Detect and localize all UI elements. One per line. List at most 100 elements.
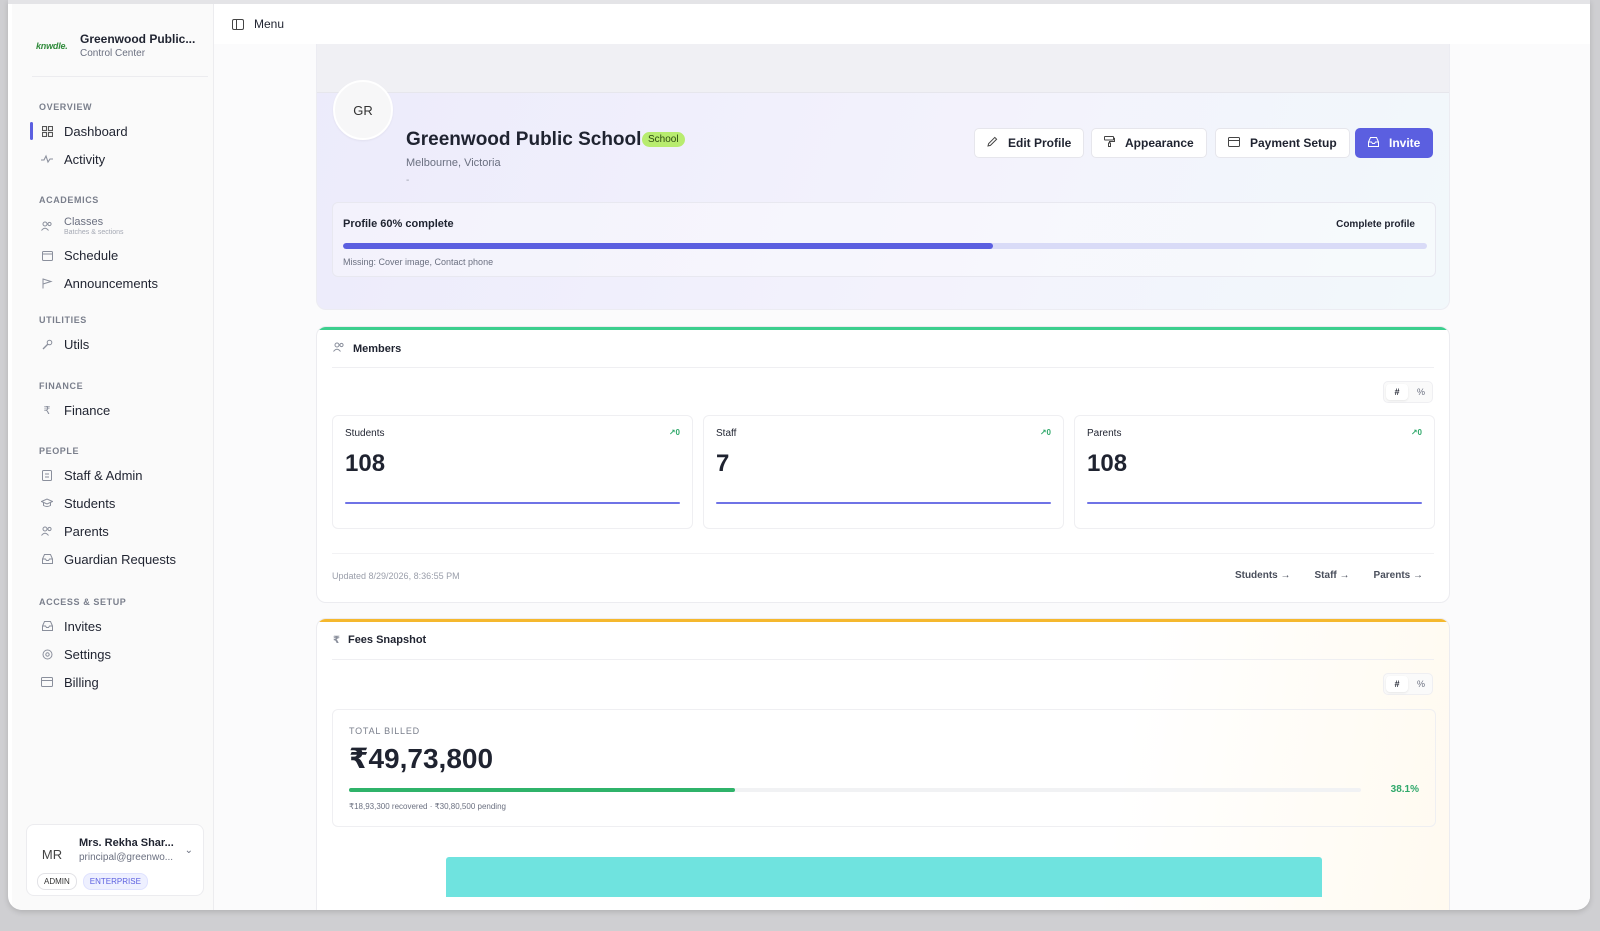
topbar: Menu [214,4,1590,44]
sidebar-item-guardian-requests[interactable]: Guardian Requests [32,547,210,571]
fees-title: ₹ Fees Snapshot [333,634,426,646]
sidebar-item-activity[interactable]: Activity [32,147,210,171]
activity-icon [40,152,54,166]
sidebar: knwdle. Greenwood Public... Control Cent… [12,4,214,910]
sidebar-item-staff-admin[interactable]: Staff & Admin [32,463,210,487]
sidebar-toggle-icon[interactable] [232,18,244,30]
payment-setup-button[interactable]: Payment Setup [1215,128,1350,158]
menu-label[interactable]: Menu [254,17,284,31]
stat-label: Parents [1087,428,1122,439]
toggle-count[interactable]: # [1386,384,1408,400]
sidebar-item-label: Finance [64,402,111,418]
rupee-icon: ₹ [333,634,340,646]
chevron-down-icon[interactable]: ⌄ [185,845,193,856]
brand-subtitle: Control Center [80,48,146,59]
brand-header[interactable]: knwdle. Greenwood Public... Control Cent… [36,32,206,71]
sidebar-item-label: Announcements [64,275,158,291]
total-billed-panel: TOTAL BILLED ₹49,73,800 38.1% ₹18,93,300… [332,709,1436,827]
users-icon [40,524,54,538]
avatar: MR [41,846,63,862]
stat-sparkline [345,502,680,504]
sidebar-item-label: Guardian Requests [64,551,177,567]
stat-card-students[interactable]: Students ↗0 108 [332,415,693,529]
cover-image-area[interactable] [317,44,1449,93]
stat-label: Students [345,428,385,439]
user-name: Mrs. Rekha Shar... [79,837,174,849]
toggle-count[interactable]: # [1386,676,1408,692]
section-utilities: UTILITIES [39,315,87,325]
gear-icon [40,647,54,661]
sidebar-item-label: Settings [64,646,111,662]
rupee-icon: ₹ [43,404,51,417]
appearance-button[interactable]: Appearance [1091,128,1207,158]
sidebar-item-announcements[interactable]: Announcements [32,271,210,295]
sidebar-item-utils[interactable]: Utils [32,332,210,356]
invite-button[interactable]: Invite [1355,128,1434,158]
trend-value: 0 [1417,428,1422,437]
id-card-icon [40,468,54,482]
card-title-text: Members [353,342,402,355]
user-card[interactable]: MR Mrs. Rekha Shar... principal@greenwo.… [26,824,204,896]
paint-roller-icon [1104,136,1115,150]
sidebar-item-label: Students [64,495,116,511]
credit-card-icon [1228,136,1240,150]
arrow-right-icon: → [1280,570,1291,581]
fees-card: ₹ Fees Snapshot # % TOTAL BILLED ₹49,73,… [316,618,1450,910]
sidebar-item-classes[interactable]: Classes Batches & sections [32,212,210,240]
complete-profile-link[interactable]: Complete profile [1336,219,1415,230]
sidebar-item-finance[interactable]: ₹ Finance [32,398,210,422]
members-footer-links: Students → Staff → Parents → [1235,570,1423,581]
staff-link[interactable]: Staff → [1315,570,1350,581]
recovery-progress-bar [349,788,1361,792]
members-view-toggle: # % [1383,381,1433,403]
section-people: PEOPLE [39,446,80,456]
trend-up-icon: ↗ [1410,428,1418,437]
graduation-cap-icon [40,496,54,510]
stat-card-parents[interactable]: Parents ↗0 108 [1074,415,1435,529]
total-billed-label: TOTAL BILLED [349,726,420,736]
fees-accent-bar [317,619,1449,622]
sidebar-item-schedule[interactable]: Schedule [32,243,210,267]
pencil-icon [987,136,998,150]
missing-fields-text: Missing: Cover image, Contact phone [343,257,494,267]
parents-link[interactable]: Parents → [1374,570,1423,581]
students-link[interactable]: Students → [1235,570,1291,581]
recovery-percent: 38.1% [1390,784,1419,795]
stat-value: 108 [345,450,386,477]
divider [332,659,1434,660]
brand-name: Greenwood Public... [80,32,196,46]
school-avatar[interactable]: GR [333,80,393,140]
edit-profile-button[interactable]: Edit Profile [974,128,1085,158]
brand-divider [32,76,208,77]
inbox-icon [1368,136,1379,150]
fees-view-toggle: # % [1383,673,1433,695]
school-name: Greenwood Public School [406,129,642,150]
completion-label: Profile 60% complete [343,218,454,230]
link-label: Staff [1314,570,1337,581]
sidebar-item-students[interactable]: Students [32,491,210,515]
sidebar-item-invites[interactable]: Invites [32,614,210,638]
divider [332,553,1434,554]
plan-badge: ENTERPRISE [82,873,148,890]
sidebar-item-label: Utils [64,336,90,352]
sidebar-item-billing[interactable]: Billing [32,670,210,694]
toggle-percent[interactable]: % [1410,382,1432,402]
sidebar-item-settings[interactable]: Settings [32,642,210,666]
button-label: Invite [1389,136,1421,150]
sidebar-item-sublabel: Batches & sections [64,229,124,236]
school-type-badge: School [642,132,685,147]
button-label: Edit Profile [1008,136,1072,150]
arrow-right-icon: → [1413,570,1423,581]
toggle-percent[interactable]: % [1410,674,1432,694]
sidebar-item-label: Activity [64,151,106,167]
divider [332,367,1434,368]
credit-card-icon [40,675,54,689]
trend-value: 0 [1046,428,1051,437]
stat-card-staff[interactable]: Staff ↗0 7 [703,415,1064,529]
sidebar-item-label: Schedule [64,247,119,263]
trend-up-icon: ↗ [668,428,676,437]
sidebar-item-dashboard[interactable]: Dashboard [30,119,210,143]
sidebar-item-parents[interactable]: Parents [32,519,210,543]
stat-sparkline [716,502,1051,504]
section-academics: ACADEMICS [39,195,99,205]
